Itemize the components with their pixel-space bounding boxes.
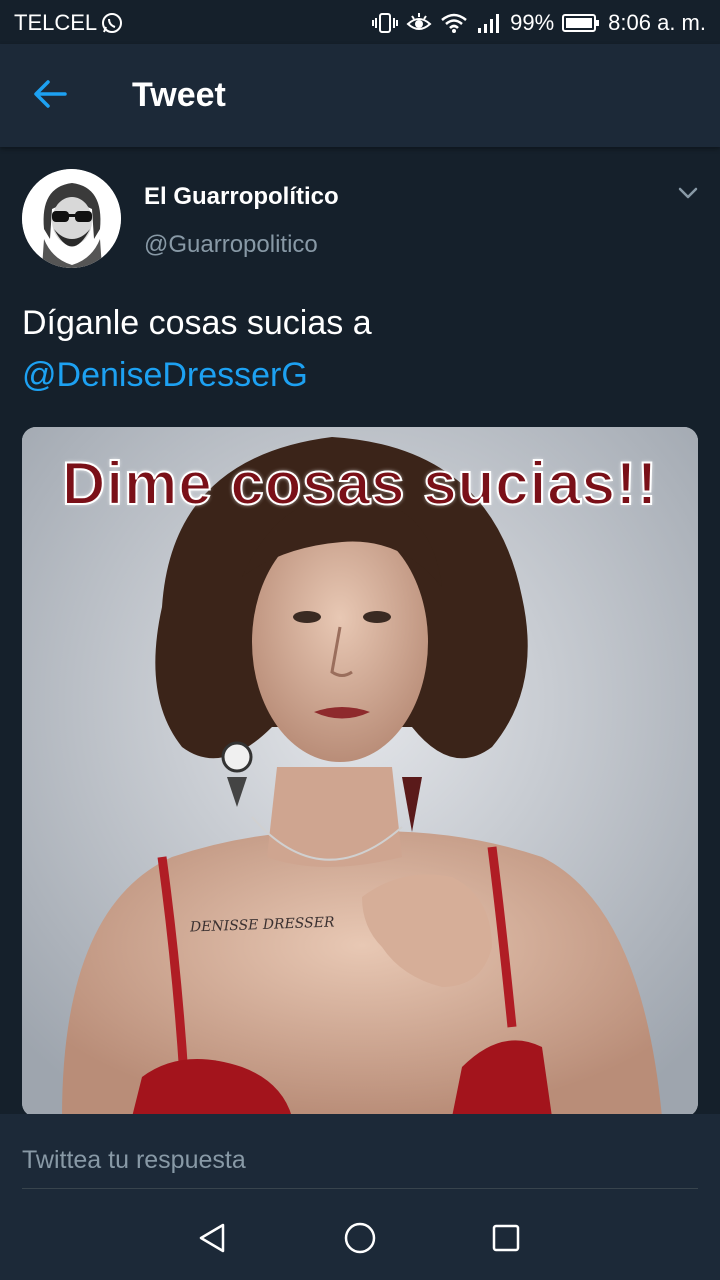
battery-icon [562, 12, 600, 34]
tweet-text: Díganle cosas sucias a @DeniseDresserG [22, 297, 698, 401]
eye-comfort-icon [406, 12, 432, 34]
status-right: 99% 8:06 a. m. [372, 10, 706, 36]
vibrate-icon [372, 12, 399, 34]
whatsapp-icon [101, 12, 123, 34]
nav-bar [0, 1200, 720, 1280]
back-button[interactable] [22, 72, 78, 120]
reply-bar [0, 1114, 720, 1200]
reply-input[interactable] [22, 1132, 698, 1189]
author-handle[interactable]: @Guarropolitico [144, 231, 318, 259]
app-header: Tweet [0, 44, 720, 147]
recents-square-icon [491, 1223, 521, 1258]
nav-back-button[interactable] [190, 1218, 234, 1262]
tweet-media[interactable]: Dime cosas sucias!! DENISSE DRESSER [22, 427, 698, 1117]
screen: TELCEL 99% 8:06 a. m. Tweet El Guarropol… [0, 0, 720, 1280]
battery-percent: 99% [510, 10, 555, 35]
tweet-text-body: Díganle cosas sucias a [22, 304, 372, 342]
nav-recents-button[interactable] [484, 1218, 528, 1262]
tweet-options-button[interactable] [672, 183, 704, 207]
avatar[interactable] [22, 169, 121, 268]
meme-caption: Dime cosas sucias!! [61, 449, 658, 518]
wifi-icon [440, 12, 468, 34]
carrier-label: TELCEL [14, 10, 98, 35]
nav-home-button[interactable] [338, 1218, 382, 1262]
home-circle-icon [343, 1221, 377, 1260]
back-triangle-icon [197, 1222, 227, 1259]
page-title: Tweet [132, 76, 226, 114]
mention-link[interactable]: @DeniseDresserG [22, 349, 698, 401]
signal-icon [476, 12, 502, 34]
arrow-left-icon [33, 79, 67, 114]
media-illustration [22, 427, 698, 1117]
author-name[interactable]: El Guarropolítico [144, 183, 339, 211]
status-left: TELCEL [14, 10, 123, 36]
status-bar: TELCEL 99% 8:06 a. m. [0, 0, 720, 44]
chevron-down-icon [677, 186, 699, 205]
clock: 8:06 a. m. [608, 10, 706, 35]
